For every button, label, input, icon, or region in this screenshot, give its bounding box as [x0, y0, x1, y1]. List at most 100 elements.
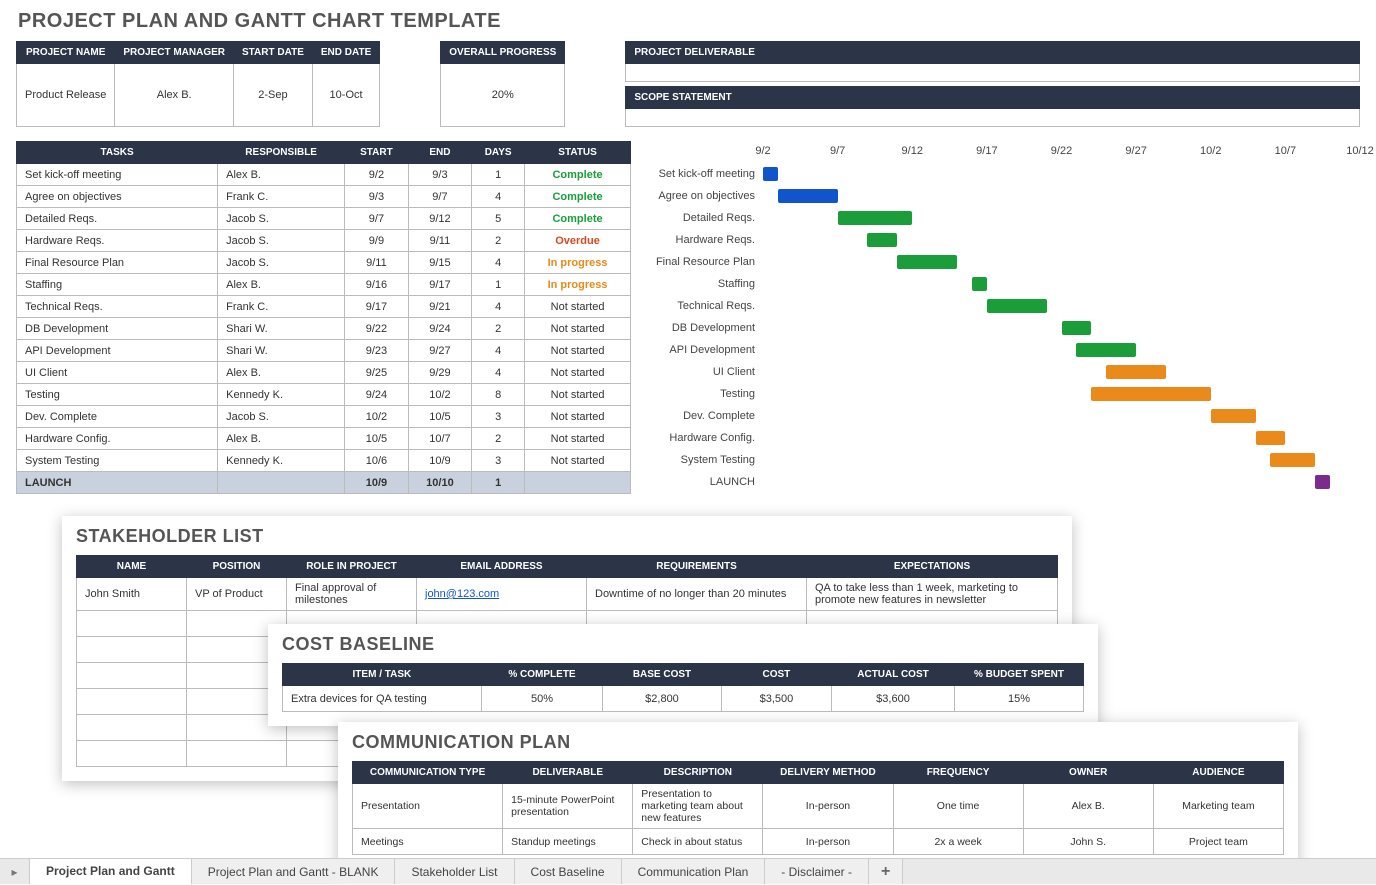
gantt-label: UI Client	[653, 366, 763, 378]
gantt-row: Hardware Reqs.	[653, 229, 1360, 251]
task-row[interactable]: Hardware Config.Alex B.10/510/72 Not sta…	[17, 428, 631, 450]
gantt-tick: 9/7	[830, 145, 845, 157]
sheet-tab[interactable]: Project Plan and Gantt - BLANK	[192, 859, 396, 884]
task-row[interactable]: Technical Reqs.Frank C.9/179/214 Not sta…	[17, 296, 631, 318]
gantt-tick: 9/22	[1051, 145, 1072, 157]
task-row[interactable]: API DevelopmentShari W.9/239/274 Not sta…	[17, 340, 631, 362]
gantt-tick: 9/12	[902, 145, 923, 157]
task-row[interactable]: Final Resource PlanJacob S.9/119/154 In …	[17, 252, 631, 274]
cost-header: COST	[721, 664, 831, 686]
stake-header: EMAIL ADDRESS	[417, 556, 587, 578]
gantt-tick: 9/27	[1125, 145, 1146, 157]
task-row[interactable]: System TestingKennedy K.10/610/93 Not st…	[17, 450, 631, 472]
task-header: END	[408, 142, 472, 164]
comm-row[interactable]: Presentation15-minute PowerPoint present…	[353, 784, 1284, 829]
scope-value[interactable]	[626, 109, 1360, 127]
gantt-label: Final Resource Plan	[653, 256, 763, 268]
gantt-bar	[1270, 453, 1315, 467]
task-row[interactable]: Detailed Reqs.Jacob S.9/79/125 Complete	[17, 208, 631, 230]
deliverable-table: PROJECT DELIVERABLE	[625, 41, 1360, 82]
gantt-label: Hardware Reqs.	[653, 234, 763, 246]
gantt-bar	[838, 211, 913, 225]
deliverable-value[interactable]	[626, 64, 1360, 82]
gantt-bar	[1211, 409, 1256, 423]
overall-progress-header: OVERALL PROGRESS	[441, 42, 565, 64]
cost-header: ACTUAL COST	[832, 664, 955, 686]
cost-row[interactable]: Extra devices for QA testing50%$2,800$3,…	[283, 686, 1084, 712]
info-value: 10-Oct	[312, 64, 379, 127]
gantt-label: Set kick-off meeting	[653, 168, 763, 180]
sheet-tab[interactable]: Project Plan and Gantt	[30, 859, 192, 885]
gantt-row: System Testing	[653, 449, 1360, 471]
gantt-row: DB Development	[653, 317, 1360, 339]
info-header: END DATE	[312, 42, 379, 64]
task-row[interactable]: TestingKennedy K.9/2410/28 Not started	[17, 384, 631, 406]
info-value: Product Release	[17, 64, 115, 127]
communication-panel: COMMUNICATION PLAN COMMUNICATION TYPEDEL…	[338, 722, 1298, 869]
sheet-tab-bar: ▸ Project Plan and GanttProject Plan and…	[0, 858, 1376, 884]
page-title: PROJECT PLAN AND GANTT CHART TEMPLATE	[18, 10, 1360, 33]
gantt-label: Technical Reqs.	[653, 300, 763, 312]
gantt-label: Testing	[653, 388, 763, 400]
task-row[interactable]: DB DevelopmentShari W.9/229/242 Not star…	[17, 318, 631, 340]
gantt-label: Detailed Reqs.	[653, 212, 763, 224]
cost-panel: COST BASELINE ITEM / TASK% COMPLETEBASE …	[268, 624, 1098, 726]
tasks-table: TASKSRESPONSIBLESTARTENDDAYSSTATUS Set k…	[16, 141, 631, 494]
comm-header: DELIVERABLE	[503, 762, 633, 784]
project-info-table: PROJECT NAMEPROJECT MANAGERSTART DATEEND…	[16, 41, 380, 127]
overall-progress-table: OVERALL PROGRESS 20%	[440, 41, 565, 127]
sheet-tab[interactable]: Stakeholder List	[395, 859, 514, 884]
gantt-label: Staffing	[653, 278, 763, 290]
task-row[interactable]: StaffingAlex B.9/169/171 In progress	[17, 274, 631, 296]
gantt-bar	[778, 189, 838, 203]
stake-email-link[interactable]: john@123.com	[425, 588, 499, 600]
gantt-row: UI Client	[653, 361, 1360, 383]
cost-header: ITEM / TASK	[283, 664, 482, 686]
task-row[interactable]: Set kick-off meetingAlex B.9/29/31 Compl…	[17, 164, 631, 186]
info-header: PROJECT MANAGER	[115, 42, 234, 64]
gantt-tick: 9/17	[976, 145, 997, 157]
sheet-tab[interactable]: Cost Baseline	[515, 859, 622, 884]
launch-row[interactable]: LAUNCH10/910/101	[17, 472, 631, 494]
task-header: RESPONSIBLE	[218, 142, 345, 164]
task-row[interactable]: Dev. CompleteJacob S.10/210/53 Not start…	[17, 406, 631, 428]
gantt-label: Agree on objectives	[653, 190, 763, 202]
gantt-bar	[897, 255, 957, 269]
task-row[interactable]: UI ClientAlex B.9/259/294 Not started	[17, 362, 631, 384]
task-header: DAYS	[472, 142, 525, 164]
gantt-label: LAUNCH	[653, 476, 763, 488]
add-sheet-button[interactable]: +	[869, 859, 903, 884]
comm-header: FREQUENCY	[893, 762, 1023, 784]
info-value: Alex B.	[115, 64, 234, 127]
stake-header: ROLE IN PROJECT	[287, 556, 417, 578]
sheet-tab[interactable]: Communication Plan	[622, 859, 766, 884]
comm-row[interactable]: MeetingsStandup meetingsCheck in about s…	[353, 829, 1284, 855]
gantt-row: Detailed Reqs.	[653, 207, 1360, 229]
stake-header: POSITION	[187, 556, 287, 578]
sheet-tab[interactable]: - Disclaimer -	[765, 859, 869, 884]
gantt-row: Dev. Complete	[653, 405, 1360, 427]
gantt-bar	[1076, 343, 1136, 357]
comm-header: COMMUNICATION TYPE	[353, 762, 503, 784]
comm-header: OWNER	[1023, 762, 1153, 784]
gantt-tick: 9/2	[755, 145, 770, 157]
gantt-tick: 10/7	[1275, 145, 1296, 157]
gantt-label: Dev. Complete	[653, 410, 763, 422]
gantt-row: Testing	[653, 383, 1360, 405]
comm-title: COMMUNICATION PLAN	[352, 732, 1284, 753]
gantt-bar	[1062, 321, 1092, 335]
task-row[interactable]: Hardware Reqs.Jacob S.9/99/112 Overdue	[17, 230, 631, 252]
gantt-row: LAUNCH	[653, 471, 1360, 493]
gantt-row: Technical Reqs.	[653, 295, 1360, 317]
info-header: PROJECT NAME	[17, 42, 115, 64]
gantt-bar	[972, 277, 987, 291]
stake-row[interactable]: John SmithVP of ProductFinal approval of…	[77, 578, 1058, 611]
tab-nav-prev-icon[interactable]: ▸	[0, 859, 30, 884]
overall-progress-value: 20%	[441, 64, 565, 127]
gantt-row: Final Resource Plan	[653, 251, 1360, 273]
info-value: 2-Sep	[234, 64, 313, 127]
gantt-bar	[987, 299, 1047, 313]
task-row[interactable]: Agree on objectivesFrank C.9/39/74 Compl…	[17, 186, 631, 208]
comm-header: AUDIENCE	[1153, 762, 1283, 784]
task-header: TASKS	[17, 142, 218, 164]
